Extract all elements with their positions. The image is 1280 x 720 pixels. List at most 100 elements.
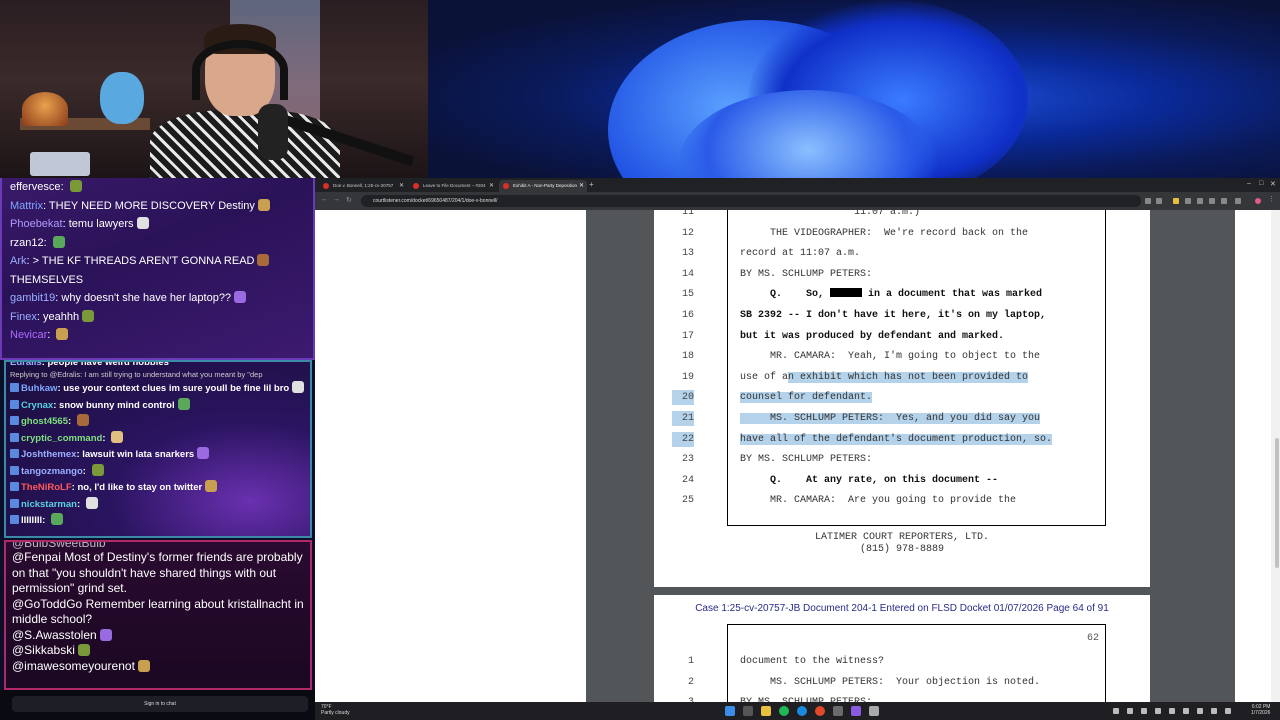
tray-icon[interactable] (1183, 708, 1189, 714)
chat-username[interactable]: Nevicar (10, 329, 47, 341)
scrollbar-thumb[interactable] (1275, 438, 1279, 568)
chrome-icon[interactable] (815, 706, 825, 716)
volume-icon[interactable] (1211, 708, 1217, 714)
network-icon[interactable] (1197, 708, 1203, 714)
chat-username[interactable]: nickstarman (21, 499, 77, 510)
chat-username[interactable]: Finex (10, 311, 37, 323)
transcript-line: 21 MS. SCHLUMP PETERS: Yes, and you did … (672, 411, 1107, 426)
close-window-icon[interactable]: ✕ (1270, 180, 1276, 188)
chat-username[interactable]: @imawesomeyourenot (12, 659, 135, 673)
chat-text: > THE KF THREADS AREN'T GONNA READ (32, 255, 255, 267)
tab-doe-v-bonnell[interactable]: Doe v. Bonnell, 1:25-cv-20757 ✕ (319, 180, 407, 192)
transcript-line: 12 THE VIDEOGRAPHER: We're record back o… (682, 226, 1107, 241)
chat-username[interactable]: TheNiRoLF (21, 482, 72, 493)
chat-username[interactable]: Mattrix (10, 200, 43, 212)
url-field[interactable]: courtlistener.com/docket/69650487/204/1/… (361, 195, 1141, 207)
tray-icon[interactable] (1127, 708, 1133, 714)
search-icon[interactable] (743, 706, 753, 716)
courtlistener-favicon-icon (503, 183, 509, 189)
bookmark-star-icon[interactable] (1156, 198, 1162, 204)
highlighted-text[interactable]: n exhibit which has not been provided to (788, 371, 1029, 383)
app-icon[interactable] (833, 706, 843, 716)
back-icon[interactable]: ← (321, 196, 328, 203)
new-tab-icon[interactable]: + (589, 180, 594, 189)
minimize-icon[interactable]: – (1247, 180, 1251, 187)
file-explorer-icon[interactable] (761, 706, 771, 716)
browser-window: Doe v. Bonnell, 1:25-cv-20757 ✕ Leave to … (315, 178, 1280, 702)
edge-icon[interactable] (797, 706, 807, 716)
line-number: 19 (681, 371, 694, 383)
close-tab-icon[interactable]: ✕ (579, 180, 584, 192)
chat-username[interactable]: Buhkaw (21, 383, 57, 394)
tray-icon[interactable] (1113, 708, 1119, 714)
chat-username[interactable]: IIIIIIIl (21, 515, 42, 526)
tray-icon[interactable] (1155, 708, 1161, 714)
chat-username[interactable]: Ark (10, 255, 27, 267)
tab-exhibit-a[interactable]: Exhibit A - Non-Party Deposition ✕ (499, 180, 587, 192)
clock-date: 1/7/2026 (1251, 710, 1271, 716)
chat-username[interactable]: gambit19 (10, 292, 55, 304)
chat-username[interactable]: @Fenpai (12, 550, 61, 564)
chat-emote-icon (177, 397, 190, 410)
chat-username[interactable]: Joshthemex (21, 449, 76, 460)
chat-footer: Sign in to chat (0, 690, 315, 720)
sign-in-to-chat-button[interactable]: Sign in to chat (12, 696, 308, 712)
redaction-bar (830, 288, 863, 298)
chat-username[interactable]: @GoToddGo (12, 597, 82, 611)
extensions-puzzle-icon[interactable] (1221, 198, 1227, 204)
weather-widget[interactable]: 70°F Partly cloudy (321, 704, 350, 716)
chat-username[interactable]: ghost4565 (21, 416, 68, 427)
menu-icon[interactable]: ⋮ (1268, 195, 1275, 203)
chat-text: THEY NEED MORE DISCOVERY Destiny (48, 199, 255, 212)
line-text: THE VIDEOGRAPHER: We're record back on t… (740, 227, 1029, 239)
zoom-icon[interactable] (1145, 198, 1151, 204)
highlighted-text[interactable]: MS. SCHLUMP PETERS: Yes, and you did say… (740, 413, 1041, 424)
chat-message: THEMSELVES (2, 271, 313, 290)
line-number: 1 (687, 656, 694, 667)
tab-leave-to-file[interactable]: Leave to File Document – #204 ✕ (409, 180, 497, 192)
chat-username[interactable]: @S.Awasstolen (12, 628, 97, 642)
spotify-icon[interactable] (779, 706, 789, 716)
sidebar-icon[interactable] (1235, 198, 1241, 204)
maximize-icon[interactable]: □ (1259, 180, 1263, 187)
line-number: 21 (672, 411, 694, 426)
line-text: Q. At any rate, on this document -- (740, 474, 999, 486)
close-tab-icon[interactable]: ✕ (399, 180, 404, 192)
chat-username[interactable]: @Sikkabski (12, 643, 75, 657)
chat-username[interactable]: cryptic_command (21, 433, 102, 444)
chat-username[interactable]: effervesce (10, 181, 61, 193)
transcript-page-number: 62 (1086, 633, 1099, 644)
extension-icon[interactable] (1197, 198, 1203, 204)
chat-message: TheNiRoLF: no, I'd like to stay on twitt… (6, 480, 310, 497)
chat-panel-top: effervesce: Mattrix: THEY NEED MORE DISC… (0, 178, 315, 360)
battery-icon[interactable] (1225, 708, 1231, 714)
app-icon[interactable] (869, 706, 879, 716)
chat-message: @Fenpai Most of Destiny's former friends… (6, 550, 310, 597)
chat-username[interactable]: Phoebekat (10, 218, 63, 230)
line-text: Q. So, in a document that was marked (740, 287, 1042, 302)
chat-username[interactable]: rzan12 (10, 237, 44, 249)
chat-username[interactable]: Crynax (21, 400, 53, 411)
highlighted-text[interactable]: counsel for defendant. (740, 392, 873, 404)
page-margin-left (315, 210, 586, 702)
tray-icon[interactable] (1141, 708, 1147, 714)
start-icon[interactable] (725, 706, 735, 716)
chat-emote-icon (56, 328, 69, 340)
tray-icon[interactable] (1169, 708, 1175, 714)
line-text: document to the witness? (740, 656, 885, 667)
line-number: 18 (681, 351, 694, 363)
app-icon[interactable] (851, 706, 861, 716)
transcript-line: 22 have all of the defendant's document p… (672, 431, 1107, 447)
chat-emote-icon (91, 463, 104, 476)
chat-username[interactable]: tangozmango (21, 466, 83, 477)
forward-icon[interactable]: → (333, 196, 340, 203)
reload-icon[interactable]: ↻ (346, 196, 352, 204)
clock[interactable]: 6:02 PM 1/7/2026 (1251, 704, 1270, 716)
line-number: 3 (672, 695, 694, 702)
close-tab-icon[interactable]: ✕ (489, 180, 494, 192)
extension-icon[interactable] (1185, 198, 1191, 204)
profile-avatar[interactable] (1255, 198, 1261, 204)
extension-icon[interactable] (1173, 198, 1179, 204)
highlighted-text[interactable]: have all of the defendant's document pro… (740, 433, 1053, 445)
extension-icon[interactable] (1209, 198, 1215, 204)
